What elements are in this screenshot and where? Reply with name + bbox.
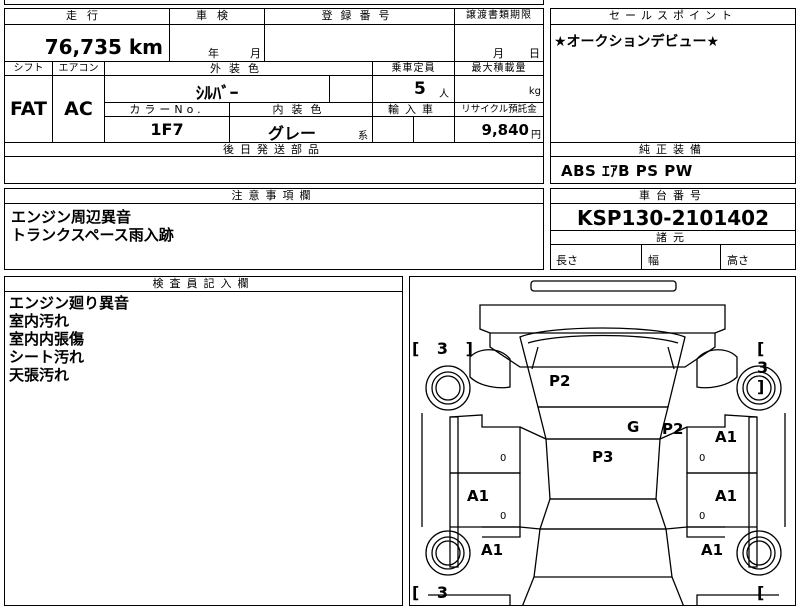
recycle-amount: 9,840 [481,121,529,139]
selling-points-label: セールスポイント [551,9,795,25]
transfer-day-unit: 日 [529,47,540,60]
chassis-number: KSP130-2101402 [576,206,770,230]
inspection-month-unit: 月 [250,47,261,60]
equipment-text: ABS ｴｱB PS PW [561,162,693,180]
inspector-label: 検査員記入欄 [5,277,402,292]
recycle-value: 9,840 円 [455,117,543,142]
car-diagram-outline [421,280,786,605]
bracket-top-left: [ 3 ] [412,339,479,358]
inspector-line-4: シート汚れ [9,348,85,366]
mark-glass: G [627,418,640,436]
inspector-line-5: 天張汚れ [9,366,70,384]
mark-hood: P2 [549,372,571,390]
mark-right-mid: A1 [715,487,738,505]
selling-points-text: ★オークションデビュー★ [554,34,720,50]
registration-value [265,25,455,61]
dimension-length-label: 長さ [556,254,578,267]
bracket-bottom-left: [ 3 [412,583,455,602]
inspection-year-unit: 年 [208,47,219,60]
recycle-label: リサイクル預託金 [455,102,543,117]
capacity-value: 5 人 [373,76,455,102]
later-parts-label: 後日発送部品 [5,142,543,157]
transfer-value: 月 日 [455,25,543,61]
dimension-width-label: 幅 [648,254,659,267]
bracket-bottom-right: [ 3 [757,583,771,605]
transfer-month-unit: 月 [493,47,504,60]
mark-left-rear: A1 [481,541,504,559]
ac-label: エアコン [53,61,105,76]
mark-roof-right: P2 [662,420,684,438]
mark-left-mid: A1 [467,487,490,505]
equipment-label: 純正装備 [551,142,795,157]
capacity-number: 5 [414,79,426,99]
chassis-label: 車台番号 [551,189,795,204]
bracket-top-right: [ 3 ] [757,339,775,396]
cautions-line-1: エンジン周辺異音 [11,208,132,226]
later-parts-value [5,157,543,183]
interior-color: グレー [268,124,317,143]
dimension-height-label: 高さ [727,254,749,267]
cautions-label: 注意事項欄 [5,189,543,204]
dimension-width: 幅 [642,245,721,269]
shift-value: FAT [5,76,53,142]
inspector-line-1: エンジン廻り異音 [9,294,130,312]
mileage-value: 76,735 km [5,25,170,61]
vehicle-info-block: 走行 車検 登録番号 譲渡書類期限 76,735 km 年 月 月 日 シフト … [4,8,544,184]
mark-right-front: A1 [715,428,738,446]
zero-right-upper: 0 [699,453,706,464]
zero-left-upper: 0 [500,453,507,464]
interior-label: 内装色 [230,102,373,117]
interior-value: グレー 系 [230,117,373,143]
mileage-label: 走行 [5,9,170,25]
mark-roof: P3 [592,448,614,466]
import-label: 輸入車 [373,102,455,117]
exterior-extra [330,76,373,102]
dimension-length: 長さ [551,245,642,269]
import-value-b [414,117,455,142]
registration-label: 登録番号 [265,9,455,25]
capacity-label: 乗車定員 [373,61,455,76]
inspection-label: 車検 [170,9,265,25]
inspector-line-2: 室内汚れ [9,312,70,330]
shift-label: シフト [5,61,53,76]
recycle-unit: 円 [531,130,541,141]
selling-points-box: セールスポイント ★オークションデビュー★ 純正装備 ABS ｴｱB PS PW [550,8,796,184]
top-strip [4,0,544,5]
inspection-value: 年 月 [170,25,265,61]
capacity-unit: 人 [439,89,449,100]
load-label: 最大積載量 [455,61,543,76]
cautions-line-2: トランクスペース雨入跡 [11,226,174,244]
zero-right-lower: 0 [699,511,706,522]
inspector-box: 検査員記入欄 エンジン廻り異音 室内汚れ 室内内張傷 シート汚れ 天張汚れ [4,276,403,606]
zero-left-lower: 0 [500,511,507,522]
car-diagram-box: [ 3 ] [ 3 ] [ 3 [ 3 P2 G P2 P3 A1 A1 A1 … [409,276,796,606]
ac-value: AC [53,76,105,142]
dimension-height: 高さ [721,245,795,269]
dimensions-label: 諸元 [551,230,795,245]
inspector-line-3: 室内内張傷 [9,330,85,348]
exterior-label: 外装色 [105,61,373,76]
chassis-box: 車台番号 KSP130-2101402 諸元 長さ 幅 高さ [550,188,796,270]
import-value-a [373,117,414,142]
interior-suffix: 系 [358,131,368,142]
cautions-box: 注意事項欄 エンジン周辺異音 トランクスペース雨入跡 [4,188,544,270]
load-value: kg [455,76,543,102]
transfer-label: 譲渡書類期限 [455,9,543,25]
color-no-label: カラーNo. [105,102,230,117]
mark-right-rear: A1 [701,541,724,559]
color-no-value: 1F7 [105,117,230,142]
load-unit: kg [528,86,541,97]
exterior-value: ｼﾙﾊﾞｰ [105,76,330,104]
